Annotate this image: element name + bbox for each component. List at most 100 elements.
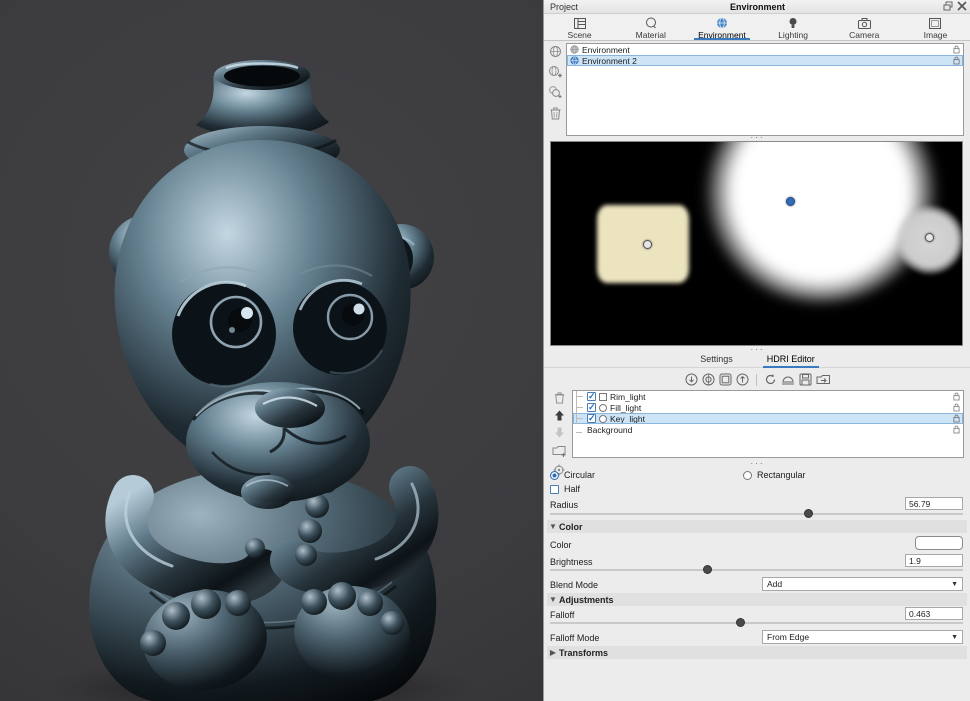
environment-sphere-icon [570,56,579,65]
save-as-icon[interactable] [816,373,831,386]
adjustments-section-header[interactable]: ▼ Adjustments [547,593,967,606]
chevron-down-icon: ▼ [951,634,958,641]
light-visibility-checkbox[interactable] [587,392,596,401]
rim-light-pin[interactable] [925,233,934,242]
circular-radio[interactable] [550,471,559,480]
environment-sphere-icon[interactable] [547,43,563,59]
falloff-mode-select[interactable]: From Edge ▼ [762,630,963,644]
move-up-icon[interactable] [551,407,567,423]
rectangular-label: Rectangular [757,470,806,480]
radius-slider[interactable] [550,509,963,518]
material-icon [645,17,657,29]
light-visibility-checkbox[interactable] [587,403,596,412]
light-pin-icon[interactable] [685,373,698,386]
blend-mode-row: Blend Mode Add ▼ [550,580,963,590]
circular-shape-icon [599,404,607,412]
color-swatch[interactable] [915,536,963,550]
slider-handle[interactable] [736,618,745,627]
move-down-icon[interactable] [551,424,567,440]
blend-mode-select[interactable]: Add ▼ [762,577,963,591]
delete-light-icon[interactable] [551,390,567,406]
add-image-light-icon[interactable] [551,443,567,459]
lock-icon[interactable] [953,392,960,401]
fill-light-pin[interactable] [643,240,652,249]
light-row-fill[interactable]: Fill_light [573,402,963,413]
add-environment-icon[interactable] [547,64,563,80]
transforms-section-header[interactable]: ▶ Transforms [547,646,967,659]
lock-icon[interactable] [953,425,960,434]
lightbulb-icon [788,17,798,29]
tab-scene[interactable]: Scene [544,14,615,40]
environment-toolbar [547,43,563,121]
chevron-down-icon: ▼ [547,595,559,604]
float-panel-icon[interactable] [943,1,953,11]
half-pin-icon[interactable] [736,373,749,386]
lock-icon[interactable] [953,414,960,423]
hdri-editor-toolbar [544,371,970,388]
half-label: Half [564,484,580,494]
color-row: Color [550,540,963,550]
light-row-key[interactable]: Key_light [573,413,963,424]
tab-material[interactable]: Material [615,14,686,40]
color-section-header[interactable]: ▼ Color [547,520,967,533]
falloff-mode-label: Falloff Mode [550,633,599,643]
brightness-slider[interactable] [550,565,963,574]
tab-lighting[interactable]: Lighting [758,14,829,40]
main-tabbar: Scene Material Environment Lighting [544,14,970,41]
tab-environment[interactable]: Environment [686,14,757,40]
slider-track [550,622,963,624]
subtab-hdri-editor[interactable]: HDRI Editor [763,352,819,367]
dome-icon[interactable] [781,373,795,386]
slider-track [550,569,963,571]
rectangular-radio[interactable] [743,471,752,480]
key-light-pin[interactable] [786,197,795,206]
close-icon[interactable] [957,1,967,11]
environment-list-item[interactable]: Environment [567,44,963,55]
light-row-background[interactable]: Background [573,424,963,435]
bear-bottle-render [0,0,543,701]
scene-icon [574,17,586,29]
circular-shape-icon [599,415,607,423]
splitter-handle[interactable]: ··· [544,461,970,466]
chevron-right-icon: ▶ [547,648,559,657]
light-row-rim[interactable]: Rim_light [573,391,963,402]
tree-branch [576,391,584,402]
falloff-slider[interactable] [550,618,963,627]
tab-image[interactable]: Image [900,14,970,40]
duplicate-environment-icon[interactable] [547,84,563,100]
tree-branch [576,427,584,433]
slider-handle[interactable] [703,565,712,574]
slider-handle[interactable] [804,509,813,518]
panel-titlebar[interactable]: Project Environment [544,0,970,14]
environment-list[interactable]: Environment Environment 2 [566,43,964,136]
tab-camera[interactable]: Camera [829,14,900,40]
project-panel: Project Environment Scene [543,0,970,701]
rotate-icon[interactable] [764,373,777,386]
blend-mode-label: Blend Mode [550,580,598,590]
subtab-settings[interactable]: Settings [696,352,737,367]
panel-title: Environment [544,2,970,12]
half-row: Half [550,484,963,494]
viewport-3d[interactable] [0,0,543,701]
hdri-preview-canvas[interactable] [550,141,963,346]
environment-list-item[interactable]: Environment 2 [567,55,963,66]
falloff-mode-row: Falloff Mode From Edge ▼ [550,633,963,643]
lock-icon[interactable] [953,403,960,412]
light-visibility-checkbox[interactable] [587,414,596,423]
chevron-down-icon: ▼ [951,581,958,588]
save-icon[interactable] [799,373,812,386]
slider-track [550,513,963,515]
lock-icon[interactable] [953,56,960,65]
color-label: Color [550,540,572,550]
tree-branch [576,402,584,413]
globe-pin-icon[interactable] [702,373,715,386]
shape-options-row: Circular Rectangular [550,470,963,480]
rectangular-shape-icon [599,393,607,401]
splitter-handle[interactable]: ··· [544,135,970,140]
half-checkbox[interactable] [550,485,559,494]
image-pin-icon[interactable] [719,373,732,386]
lock-icon[interactable] [953,45,960,54]
lights-list[interactable]: Rim_light Fill_light Key_light Backgroun… [572,390,964,458]
image-icon [929,17,941,29]
delete-environment-icon[interactable] [547,105,563,121]
